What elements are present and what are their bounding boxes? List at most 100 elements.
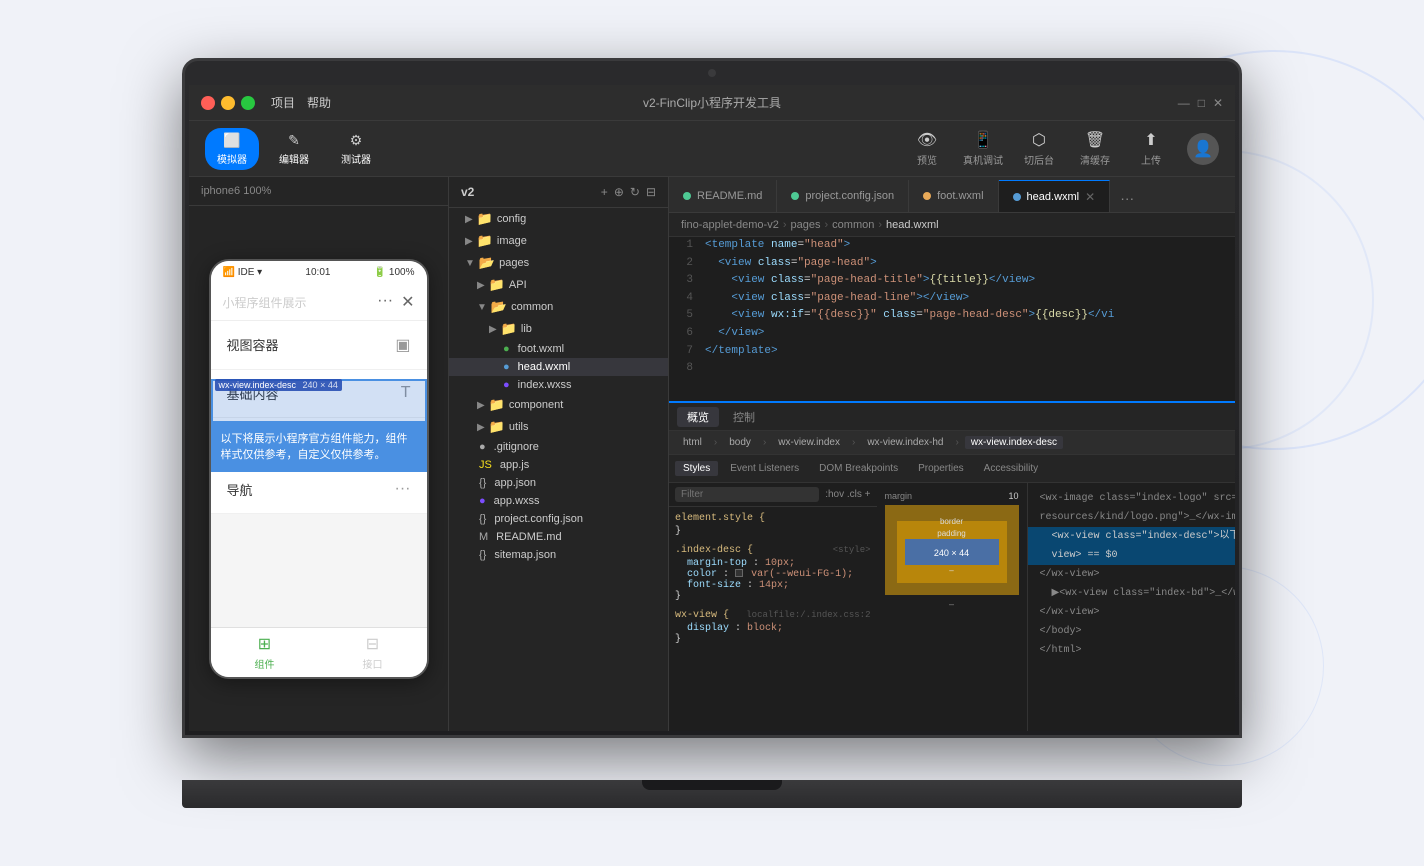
element-tag-body[interactable]: body [723, 436, 757, 449]
list-item[interactable]: 视图容器 ▣ [211, 321, 427, 370]
list-item[interactable]: 导航 ··· [211, 466, 427, 514]
phone-more-icon[interactable]: ··· [377, 292, 393, 312]
tree-file-index-wxss[interactable]: ● index.wxss [449, 376, 668, 394]
chevron-icon: ▼ [477, 302, 487, 313]
window-close-btn[interactable] [201, 96, 215, 110]
element-tag-wx-index[interactable]: wx-view.index [772, 436, 846, 449]
tree-file-sitemap[interactable]: {} sitemap.json [449, 546, 668, 564]
html-preview-line: </wx-view> [1028, 565, 1236, 584]
clear-cache-action[interactable]: 🗑 清缓存 [1075, 130, 1115, 167]
line-number: 2 [669, 255, 705, 273]
phone-close-icon[interactable]: ✕ [401, 292, 414, 312]
bottom-panel: 概览 控制 html › body [669, 401, 1235, 731]
tree-folder-common[interactable]: ▼ 📂 common [449, 296, 668, 318]
debug-button[interactable]: ⚙ 测试器 [329, 128, 383, 170]
element-tag-wx-index-hd[interactable]: wx-view.index-hd [861, 436, 949, 449]
tree-folder-component[interactable]: ▶ 📁 component [449, 394, 668, 416]
preview-action[interactable]: 👁 预览 [907, 130, 947, 167]
menu-project[interactable]: 项目 [271, 94, 295, 111]
tab-close-icon[interactable]: ✕ [1085, 190, 1095, 204]
real-machine-action[interactable]: 📱 真机调试 [963, 130, 1003, 167]
file-name: app.wxss [494, 495, 540, 507]
edit-button[interactable]: ✎ 编辑器 [267, 128, 321, 170]
menu-bar: 项目 帮助 [271, 94, 331, 111]
phone-title-actions: ··· ✕ [377, 292, 414, 312]
cut-backend-label: 切后台 [1024, 152, 1054, 167]
editor-tabs: README.md project.config.json foot.wxml [669, 177, 1235, 213]
avatar-icon: 👤 [1193, 139, 1213, 159]
tab-project-config[interactable]: project.config.json [777, 180, 909, 212]
chevron-icon: ▶ [477, 422, 485, 433]
dom-breakpoints-tab[interactable]: DOM Breakpoints [811, 461, 906, 476]
tree-file-app-json[interactable]: {} app.json [449, 474, 668, 492]
breadcrumb-pages[interactable]: pages [791, 219, 821, 231]
list-item-icon: ▣ [395, 335, 410, 355]
tree-folder-utils[interactable]: ▶ 📁 utils [449, 416, 668, 438]
tab-foot-wxml[interactable]: foot.wxml [909, 180, 998, 212]
margin-bottom-value: – [885, 599, 1019, 609]
simulator-screen: 📶 IDE ▾ 10:01 🔋 100% 小程序组件展示 ··· ✕ [189, 206, 448, 731]
tab-readme[interactable]: README.md [669, 180, 777, 212]
code-editor[interactable]: 1 <template name="head"> 2 <view class="… [669, 237, 1235, 401]
status-time: 10:01 [305, 267, 330, 278]
phone-status-bar: 📶 IDE ▾ 10:01 🔋 100% [211, 261, 427, 285]
control-tab[interactable]: 控制 [723, 407, 765, 427]
css-source: localfile:/.index.css:2 [746, 610, 870, 623]
new-folder-icon[interactable]: ⊕ [614, 185, 624, 199]
code-line-7: 7 </template> [669, 343, 1235, 361]
tree-folder-image[interactable]: ▶ 📁 image [449, 230, 668, 252]
refresh-icon[interactable]: ↻ [630, 185, 640, 199]
breadcrumb-root[interactable]: fino-applet-demo-v2 [681, 219, 779, 231]
css-property-name: margin-top [687, 558, 747, 569]
event-listeners-tab[interactable]: Event Listeners [722, 461, 807, 476]
breadcrumb-sep-1: › [783, 219, 787, 231]
html-preview-panel: <wx-image class="index-logo" src="../res… [1027, 483, 1236, 731]
chevron-icon: ▶ [465, 214, 473, 225]
new-file-icon[interactable]: + [601, 185, 608, 199]
tree-file-app-wxss[interactable]: ● app.wxss [449, 492, 668, 510]
tree-folder-pages[interactable]: ▼ 📂 pages [449, 252, 668, 274]
tree-file-readme[interactable]: M README.md [449, 528, 668, 546]
real-machine-icon: 📱 [973, 130, 993, 150]
file-dot-icon: {} [479, 477, 486, 489]
cut-backend-action[interactable]: ⬡ 切后台 [1019, 130, 1059, 167]
user-avatar[interactable]: 👤 [1187, 133, 1219, 165]
window-max-btn[interactable] [241, 96, 255, 110]
overview-tab[interactable]: 概览 [677, 407, 719, 427]
nav-item-api[interactable]: ⊟ 接口 [319, 628, 427, 677]
box-content: 240 × 44 [905, 539, 999, 565]
collapse-icon[interactable]: ⊟ [646, 185, 656, 199]
tree-folder-lib[interactable]: ▶ 📁 lib [449, 318, 668, 340]
tree-file-head-wxml[interactable]: ● head.wxml [449, 358, 668, 376]
element-tag-wx-index-desc[interactable]: wx-view.index-desc [965, 436, 1063, 449]
tree-file-gitignore[interactable]: ● .gitignore [449, 438, 668, 456]
phone-mockup: 📶 IDE ▾ 10:01 🔋 100% 小程序组件展示 ··· ✕ [209, 259, 429, 679]
main-content: iphone6 100% 📶 IDE ▾ 10:01 🔋 100% [189, 177, 1235, 731]
styles-tab[interactable]: Styles [675, 461, 718, 476]
window-min-btn[interactable] [221, 96, 235, 110]
tree-file-foot-wxml[interactable]: ● foot.wxml [449, 340, 668, 358]
box-padding-label: padding [905, 529, 999, 538]
filter-input[interactable] [675, 487, 819, 502]
tab-more-button[interactable]: ··· [1110, 184, 1144, 212]
css-rule-header: wx-view { localfile:/.index.css:2 [675, 610, 871, 623]
menu-help[interactable]: 帮助 [307, 94, 331, 111]
tree-folder-api[interactable]: ▶ 📁 API [449, 274, 668, 296]
tree-folder-config[interactable]: ▶ 📁 config [449, 208, 668, 230]
nav-item-component[interactable]: ⊞ 组件 [211, 628, 319, 677]
css-rule-index-desc: .index-desc { <style> margin-top [675, 545, 871, 602]
file-name: app.json [494, 477, 536, 489]
element-tag-html[interactable]: html [677, 436, 708, 449]
upload-action[interactable]: ⬆ 上传 [1131, 130, 1171, 167]
tab-head-wxml[interactable]: head.wxml ✕ [999, 180, 1111, 212]
simulate-button[interactable]: ⬜ 模拟器 [205, 128, 259, 170]
line-content: </template> [705, 343, 1235, 361]
tree-file-project-config[interactable]: {} project.config.json [449, 510, 668, 528]
properties-tab[interactable]: Properties [910, 461, 972, 476]
tree-file-app-js[interactable]: JS app.js [449, 456, 668, 474]
breadcrumb-common[interactable]: common [832, 219, 874, 231]
accessibility-tab[interactable]: Accessibility [976, 461, 1046, 476]
html-preview-line: ▶<wx-view class="index-bd">_</wx-view> [1028, 584, 1236, 603]
line-number: 3 [669, 272, 705, 290]
phone-bottom-nav: ⊞ 组件 ⊟ 接口 [211, 627, 427, 677]
